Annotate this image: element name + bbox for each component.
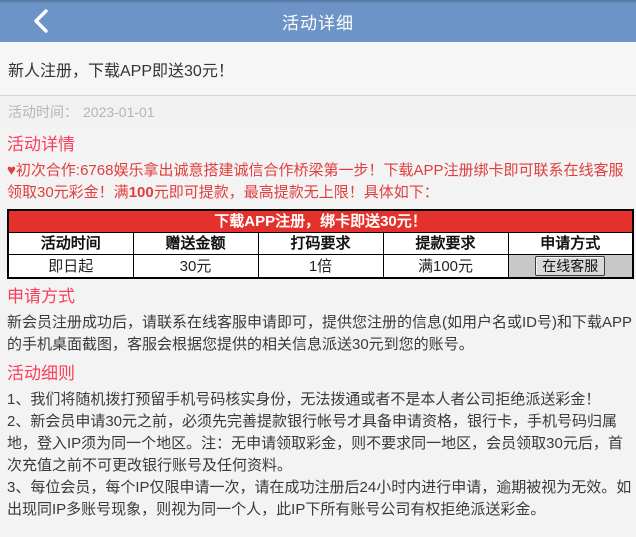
cell-wager-requirement: 1倍 — [258, 255, 383, 279]
col-header-activity-time: 活动时间 — [8, 233, 133, 255]
rule-item-2: 2、新会员申请30元之前，必须先完善提款银行帐号才具备申请资格，银行卡，手机号码… — [7, 411, 632, 477]
col-header-withdraw-requirement: 提款要求 — [383, 233, 508, 255]
page-title: 活动详细 — [282, 9, 354, 34]
rules-heading: 活动细则 — [7, 362, 632, 386]
promo-table-value-row: 即日起 30元 1倍 满100元 在线客服 — [8, 255, 633, 279]
details-intro-part2: 元即可提款，最高提款无上限！具体如下： — [154, 184, 439, 201]
apply-heading: 申请方式 — [7, 285, 632, 309]
promo-table: 下载APP注册，绑卡即送30元！ 活动时间 赠送金额 打码要求 提款要求 申请方… — [7, 209, 634, 279]
activity-content: 活动详情 ♥初次合作:6768娱乐拿出诚意搭建诚信合作桥梁第一步！下载APP注册… — [0, 133, 636, 521]
promo-table-banner-row: 下载APP注册，绑卡即送30元！ — [8, 210, 633, 233]
title-bar: 活动详细 — [0, 0, 636, 42]
activity-summary: 新人注册，下载APP即送30元！ — [0, 42, 636, 96]
activity-time-value: 2023-01-01 — [83, 104, 155, 120]
col-header-bonus-amount: 赠送金额 — [133, 233, 258, 255]
activity-summary-text: 新人注册，下载APP即送30元！ — [8, 63, 234, 80]
details-intro: ♥初次合作:6768娱乐拿出诚意搭建诚信合作桥梁第一步！下载APP注册绑卡即可联… — [7, 160, 632, 204]
rules-list: 1、我们将随机拨打预留手机号码核实身份，无法拨通或者不是本人者公司拒绝派送彩金！… — [7, 389, 632, 521]
chevron-left-icon — [31, 8, 51, 34]
rule-item-1: 1、我们将随机拨打预留手机号码核实身份，无法拨通或者不是本人者公司拒绝派送彩金！ — [7, 389, 632, 411]
promo-table-header-row: 活动时间 赠送金额 打码要求 提款要求 申请方式 — [8, 233, 633, 255]
cell-activity-time: 即日起 — [8, 255, 133, 279]
cell-bonus-amount: 30元 — [133, 255, 258, 279]
activity-time-bar: 活动时间： 2023-01-01 — [0, 96, 636, 127]
details-heading: 活动详情 — [7, 133, 632, 157]
details-intro-bold: 100 — [129, 184, 154, 201]
cell-apply-method: 在线客服 — [508, 255, 633, 279]
promo-table-banner: 下载APP注册，绑卡即送30元！ — [8, 210, 633, 233]
rule-item-3: 3、每位会员，每个IP仅限申请一次，请在成功注册后24小时内进行申请，逾期被视为… — [7, 477, 632, 521]
cell-withdraw-requirement: 满100元 — [383, 255, 508, 279]
col-header-apply-method: 申请方式 — [508, 233, 633, 255]
activity-time-label: 活动时间： — [8, 104, 78, 120]
col-header-wager-requirement: 打码要求 — [258, 233, 383, 255]
back-button[interactable] — [26, 7, 56, 35]
apply-text: 新会员注册成功后，请联系在线客服申请即可，提供您注册的信息(如用户名或ID号)和… — [7, 312, 632, 356]
online-service-button[interactable]: 在线客服 — [535, 256, 605, 276]
